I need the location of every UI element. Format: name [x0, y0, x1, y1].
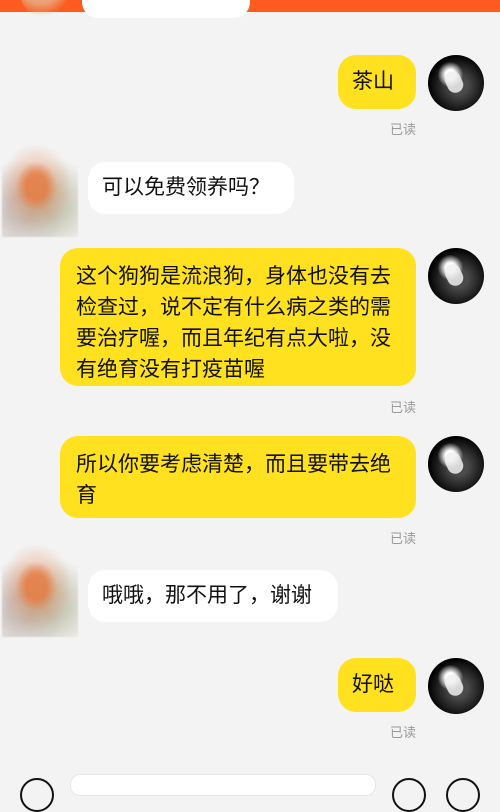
avatar-partial-top: [20, 0, 72, 18]
message-text: 茶山: [352, 69, 394, 93]
avatar[interactable]: [2, 145, 78, 237]
message-bubble-right[interactable]: 所以你要考虑清楚，而且要带去绝育: [60, 436, 416, 518]
message-text: 哦哦，那不用了，谢谢: [102, 583, 312, 607]
message-text: 所以你要考虑清楚，而且要带去绝育: [76, 452, 391, 507]
message-text: 可以免费领养吗？: [102, 175, 270, 199]
avatar[interactable]: [428, 658, 484, 714]
top-status-strip: [0, 0, 500, 12]
avatar[interactable]: [428, 55, 484, 111]
message-text: 好哒: [352, 672, 394, 696]
message-bubble-left[interactable]: 可以免费领养吗？: [88, 162, 294, 214]
read-receipt: 已读: [390, 123, 417, 138]
message-text: 这个狗狗是流浪狗，身体也没有去检查过，说不定有什么病之类的需要治疗喔，而且年纪有…: [76, 264, 391, 381]
message-bubble-right[interactable]: 这个狗狗是流浪狗，身体也没有去检查过，说不定有什么病之类的需要治疗喔，而且年纪有…: [60, 248, 416, 386]
message-bubble-left[interactable]: 哦哦，那不用了，谢谢: [88, 570, 338, 622]
read-receipt: 已读: [390, 401, 417, 416]
message-bubble-right[interactable]: 茶山: [338, 55, 416, 109]
avatar[interactable]: [428, 436, 484, 492]
read-receipt: 已读: [390, 726, 417, 741]
plus-icon[interactable]: [446, 778, 480, 812]
voice-icon[interactable]: [20, 778, 54, 812]
avatar[interactable]: [428, 248, 484, 304]
emoji-icon[interactable]: [392, 778, 426, 812]
message-bubble-partial-top: [82, 0, 250, 18]
avatar[interactable]: [2, 545, 78, 637]
read-receipt: 已读: [390, 532, 417, 547]
message-input[interactable]: [70, 774, 376, 796]
message-bubble-right[interactable]: 好哒: [338, 658, 416, 712]
